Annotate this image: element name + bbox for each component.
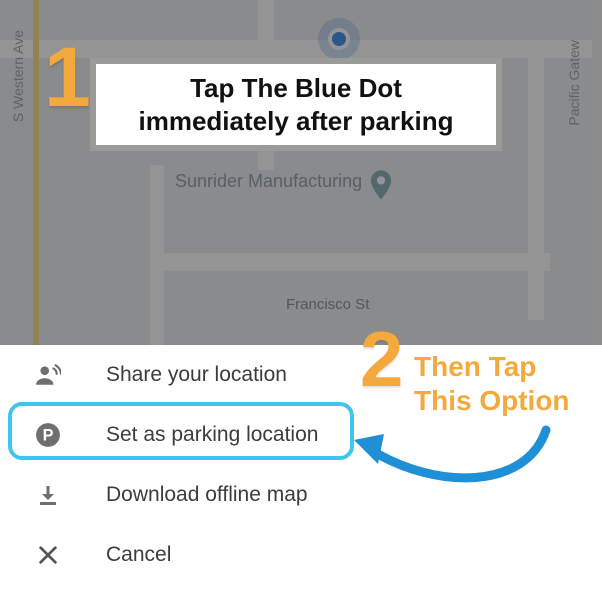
parking-icon: P xyxy=(28,422,68,448)
menu-item-cancel[interactable]: Cancel xyxy=(0,525,602,585)
road-yellow xyxy=(33,0,39,345)
annotation-step1-line1: Tap The Blue Dot xyxy=(110,72,482,105)
annotation-step2-line2: This Option xyxy=(414,384,570,418)
annotation-step2-text: Then Tap This Option xyxy=(414,350,570,417)
annotation-step2-line1: Then Tap xyxy=(414,350,570,384)
current-location-dot[interactable] xyxy=(328,28,350,50)
menu-item-label: Set as parking location xyxy=(106,423,318,447)
svg-text:P: P xyxy=(43,426,54,444)
close-icon xyxy=(28,544,68,566)
street-label-pacific: Pacific Gatew xyxy=(566,40,582,126)
street-label-francisco: Francisco St xyxy=(286,296,369,313)
menu-item-label: Cancel xyxy=(106,543,171,567)
annotation-step2-number: 2 xyxy=(360,328,403,390)
annotation-step1-number: 1 xyxy=(44,44,91,111)
menu-item-label: Share your location xyxy=(106,363,287,387)
menu-item-label: Download offline map xyxy=(106,483,308,507)
street-label-western: S Western Ave xyxy=(10,30,26,122)
road xyxy=(150,253,550,271)
annotation-step1-box: Tap The Blue Dot immediately after parki… xyxy=(90,58,502,151)
poi-sunrider[interactable]: Sunrider Manufacturing xyxy=(175,170,392,192)
download-icon xyxy=(28,483,68,507)
poi-label: Sunrider Manufacturing xyxy=(175,171,362,192)
road xyxy=(528,40,544,320)
share-location-icon xyxy=(28,362,68,388)
annotation-step1-line2: immediately after parking xyxy=(110,105,482,138)
location-pin-icon xyxy=(370,170,392,192)
road xyxy=(150,165,164,345)
road xyxy=(592,0,602,345)
menu-item-download-map[interactable]: Download offline map xyxy=(0,465,602,525)
